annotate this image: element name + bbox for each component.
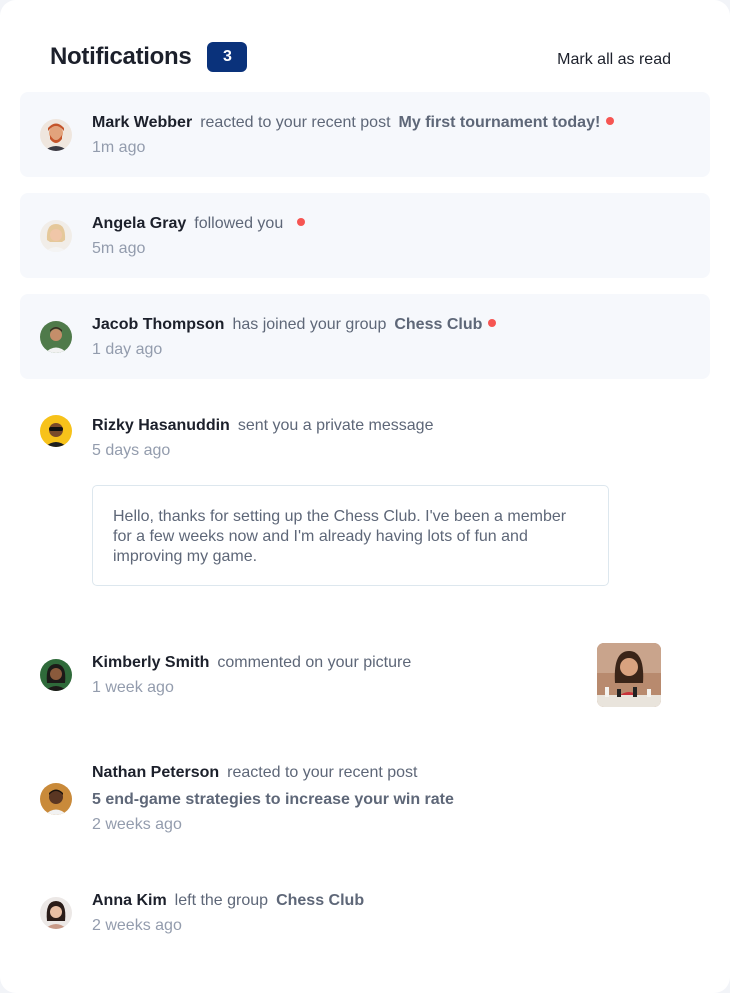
angela-gray-avatar xyxy=(40,220,72,252)
notification-time: 2 weeks ago xyxy=(92,917,182,934)
unread-dot xyxy=(488,319,497,327)
rizky-hasanuddin-avatar xyxy=(40,415,72,447)
mark-all-read-button[interactable]: Mark all as read xyxy=(557,45,671,69)
notification-action: reacted to your recent post xyxy=(200,114,391,131)
notification-action: sent you a private message xyxy=(237,417,434,434)
notification-action: has joined your group xyxy=(232,316,387,333)
notification-text: Kimberly Smith commented on your picture xyxy=(92,653,419,673)
kimberly-smith-avatar xyxy=(40,659,72,691)
unread-dot xyxy=(606,117,615,125)
group-link[interactable]: Chess Club xyxy=(394,316,482,333)
notification-time: 5 days ago xyxy=(92,442,171,459)
page-title: Notifications xyxy=(50,43,192,70)
notification-text: Nathan Peterson reacted to your recent po… xyxy=(92,763,425,783)
notification-target-line: 5 end-game strategies to increase your w… xyxy=(92,790,454,810)
title-group: Notifications 3 xyxy=(50,42,248,72)
notifications-card: Notifications 3 Mark all as read Mark We… xyxy=(0,0,730,993)
notification-time: 2 weeks ago xyxy=(92,816,182,833)
notification-action: left the group xyxy=(174,892,269,909)
notification-time: 1 week ago xyxy=(92,679,174,696)
notification-text: Rizky Hasanuddin sent you a private messa… xyxy=(92,416,441,436)
notification-item[interactable]: Anna Kim left the group Chess Club 2 weeks… xyxy=(20,870,710,960)
notification-item[interactable]: Nathan Peterson reacted to your recent po… xyxy=(20,742,710,857)
notification-text: Anna Kim left the group Chess Club xyxy=(92,891,364,911)
jacob-thompson-avatar xyxy=(40,321,72,353)
private-message[interactable]: Hello, thanks for setting up the Chess C… xyxy=(92,485,609,586)
notification-text: Angela Gray followed you xyxy=(92,214,306,234)
notification-item[interactable]: Jacob Thompson has joined your group Chess… xyxy=(20,294,710,379)
user-name-link[interactable]: Mark Webber xyxy=(92,114,192,131)
notification-item[interactable]: Mark Webber reacted to your recent post My… xyxy=(20,92,710,177)
header: Notifications 3 Mark all as read xyxy=(50,40,671,74)
notification-action: followed you xyxy=(194,215,284,232)
mark-webber-avatar xyxy=(40,119,72,151)
user-name-link[interactable]: Nathan Peterson xyxy=(92,764,219,781)
unread-count-badge: 3 xyxy=(207,42,248,72)
notification-item[interactable]: Rizky Hasanuddin sent you a private messa… xyxy=(20,395,710,595)
notification-text: Mark Webber reacted to your recent post My… xyxy=(92,113,615,133)
user-name-link[interactable]: Angela Gray xyxy=(92,215,186,232)
notification-action: commented on your picture xyxy=(217,654,412,671)
post-title-link[interactable]: My first tournament today! xyxy=(399,114,601,131)
post-title-link[interactable]: 5 end-game strategies to increase your w… xyxy=(92,791,454,808)
notification-time: 1 day ago xyxy=(92,341,163,358)
notification-time: 1m ago xyxy=(92,139,146,156)
user-name-link[interactable]: Rizky Hasanuddin xyxy=(92,417,230,434)
user-name-link[interactable]: Kimberly Smith xyxy=(92,654,209,671)
anna-kim-avatar xyxy=(40,897,72,929)
user-name-link[interactable]: Jacob Thompson xyxy=(92,316,224,333)
notification-text: Jacob Thompson has joined your group Chess… xyxy=(92,315,497,335)
chess-picture[interactable] xyxy=(597,643,661,707)
nathan-peterson-avatar xyxy=(40,783,72,815)
group-link[interactable]: Chess Club xyxy=(276,892,364,909)
unread-dot xyxy=(297,218,306,226)
notification-action: reacted to your recent post xyxy=(227,764,418,781)
notification-item[interactable]: Angela Gray followed you 5m ago xyxy=(20,193,710,278)
notification-item[interactable]: Kimberly Smith commented on your picture … xyxy=(20,632,710,722)
notification-time: 5m ago xyxy=(92,240,146,257)
user-name-link[interactable]: Anna Kim xyxy=(92,892,167,909)
